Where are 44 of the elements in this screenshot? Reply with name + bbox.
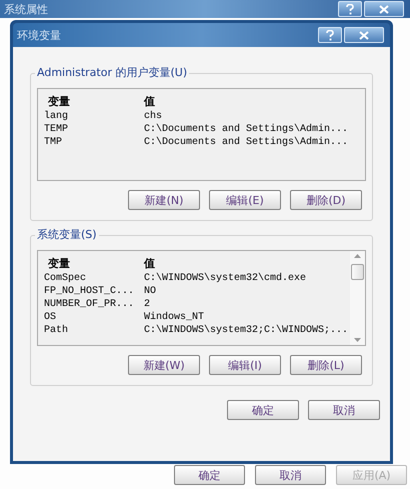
column-header[interactable]: 值 [144,95,155,108]
variable-name[interactable]: Path [44,324,144,336]
dialog-button[interactable]: 删除(L) [290,355,362,375]
column-header[interactable]: 变量 [44,257,144,270]
variable-name[interactable]: NUMBER_OF_PR... [44,298,144,310]
dialog-title: 环境变量 [17,28,61,42]
variable-value: C:\WINDOWS\system32\cmd.exe [144,272,306,284]
variable-value: C:\Documents and Settings\Admin... [144,136,348,148]
variable-name[interactable]: TEMP [44,124,144,136]
variable-name[interactable]: ComSpec [44,272,144,284]
dialog-button[interactable]: 确定 [174,465,245,485]
help-icon[interactable] [338,1,362,17]
close-icon[interactable] [364,1,404,17]
dialog-button[interactable]: 编辑(E) [209,190,281,210]
variable-value: NO [144,286,156,298]
dialog-button[interactable]: 取消 [255,465,326,485]
group-label: Administrator 的用户变量(U) [35,66,190,80]
variable-value: chs [144,110,162,122]
window-title: 系统属性 [4,2,48,16]
dialog-button[interactable]: 确定 [227,400,299,420]
variable-list[interactable]: 变量 值 lang chs TEMP C:\Documents and Settings\Admin... TMP C:\Documents and Settings\Admin... [37,88,366,181]
scrollbar-thumb[interactable] [351,264,364,280]
variable-value: C:\WINDOWS\system32;C:\WINDOWS;... [144,324,348,336]
variable-name[interactable]: lang [44,110,144,122]
dialog-button[interactable]: 删除(D) [290,190,362,210]
dialog-button[interactable]: 新建(N) [128,190,200,210]
down-arrow-icon [354,338,361,342]
variable-name[interactable]: TMP [44,136,144,148]
dialog-button[interactable]: 新建(W) [128,355,200,375]
variable-value: 2 [144,298,150,310]
help-icon[interactable] [318,27,342,43]
group-label: 系统变量(S) [35,228,99,242]
column-header[interactable]: 变量 [44,95,144,108]
close-icon[interactable] [344,27,384,43]
up-arrow-icon [354,254,361,258]
variable-value: Windows_NT [144,312,204,324]
variable-name[interactable]: OS [44,312,144,324]
dialog-button[interactable]: 取消 [308,400,380,420]
dialog-button[interactable]: 编辑(I) [209,355,281,375]
variable-list[interactable]: 变量 值 ComSpec C:\WINDOWS\system32\cmd.exe FP_NO_HOST_C... NO NUMBER_OF_PR... 2 OS Windows_NT Path C:\WINDOWS\system32;C:\WINDOWS;... [37,250,366,346]
variable-name[interactable]: FP_NO_HOST_C... [44,286,144,298]
column-header[interactable]: 值 [144,257,155,270]
variable-value: C:\Documents and Settings\Admin... [144,124,348,136]
scrollbar[interactable] [350,251,365,345]
